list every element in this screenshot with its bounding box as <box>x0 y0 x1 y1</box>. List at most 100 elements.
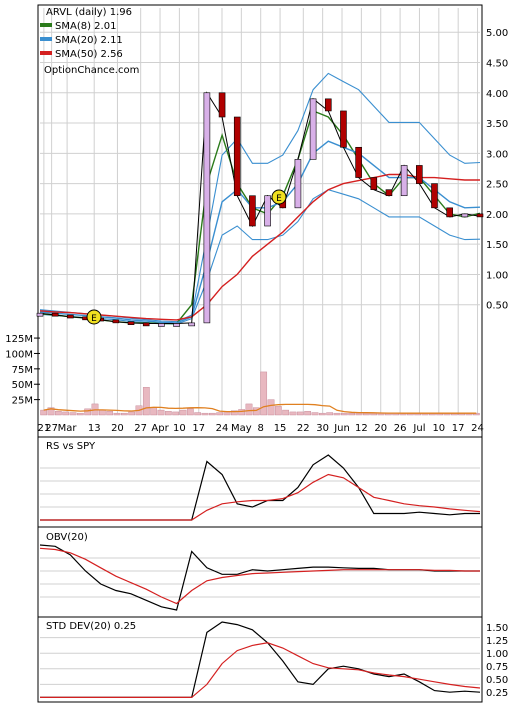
volume-bar <box>128 411 136 416</box>
price-candle <box>431 183 438 209</box>
volume-bar <box>238 409 246 416</box>
xtick-label: Mar <box>58 423 78 434</box>
xtick-label: 24 <box>216 423 229 434</box>
price-candle <box>355 146 362 178</box>
obv-panel-frame <box>37 526 483 618</box>
price-candle <box>203 92 211 324</box>
price-candle <box>173 323 180 327</box>
volume-ytick-label: 125M <box>5 334 33 345</box>
price-candle <box>416 165 423 184</box>
xtick-label: 12 <box>355 423 368 434</box>
volume-bar <box>172 411 180 416</box>
volume-bar <box>208 412 216 416</box>
price-ytick-label: 3.00 <box>486 149 508 160</box>
price-ytick-label: 4.50 <box>486 59 508 70</box>
volume-bar <box>333 412 341 416</box>
price-candle <box>446 207 453 218</box>
volume-bar <box>340 412 348 416</box>
xtick-label: 15 <box>274 423 287 434</box>
price-candle <box>264 195 271 227</box>
legend-sma8: SMA(8) 2.01 <box>55 21 116 32</box>
earnings-marker-letter: E <box>276 194 282 204</box>
volume-bar <box>289 411 297 416</box>
earnings-marker-feb: E <box>86 309 102 325</box>
volume-bar <box>106 411 114 416</box>
xtick-label: 10 <box>432 423 445 434</box>
price-candle <box>112 319 120 324</box>
price-candle <box>385 189 393 197</box>
price-candle <box>218 92 226 118</box>
volume-bar <box>311 412 319 416</box>
price-candle <box>340 110 347 148</box>
volume-ytick-label: 25M <box>12 396 33 407</box>
volume-bar <box>164 411 172 416</box>
xtick-label: 20 <box>111 423 124 434</box>
xtick-label: 17 <box>452 423 465 434</box>
xtick-label: Jul <box>412 423 425 434</box>
price-candle <box>309 98 317 160</box>
volume-bar <box>194 412 202 416</box>
xtick-label: 8 <box>258 423 264 434</box>
volume-bar <box>179 409 187 416</box>
price-candle <box>67 314 74 319</box>
xtick-label: 20 <box>374 423 387 434</box>
volume-bar <box>98 409 106 416</box>
xtick-label: May <box>231 423 252 434</box>
volume-bar <box>84 408 92 416</box>
volume-bar <box>318 412 326 416</box>
xtick-label: 30 <box>316 423 329 434</box>
xtick-label: 24 <box>471 423 484 434</box>
price-candle <box>36 312 44 317</box>
legend-sma20: SMA(20) 2.11 <box>55 35 123 46</box>
earnings-marker-letter: E <box>91 314 97 324</box>
earnings-marker-may: E <box>271 189 287 205</box>
std-ytick-label: 1.00 <box>486 649 508 660</box>
volume-bar <box>54 411 62 416</box>
price-candle <box>476 213 484 218</box>
volume-bar <box>76 412 84 416</box>
std-ytick-label: 0.75 <box>486 662 508 673</box>
volume-bar <box>216 412 224 416</box>
volume-bar <box>296 411 304 416</box>
price-candle <box>233 116 241 197</box>
volume-bar <box>267 399 275 416</box>
price-ytick-label: 2.00 <box>486 210 508 221</box>
volume-bar <box>274 406 282 416</box>
price-candle <box>142 322 150 327</box>
price-candle <box>188 322 196 327</box>
volume-bar <box>282 409 290 416</box>
volume-bar <box>355 412 363 416</box>
chart-canvas: 0.50 1.00 1.50 2.00 2.50 3.00 3.50 4.00 4.50 5.00… <box>5 4 508 703</box>
std-ytick-label: 1.50 <box>486 623 508 634</box>
std-ytick-label: 0.50 <box>486 675 508 686</box>
volume-bar <box>40 409 48 416</box>
price-ytick-label: 2.50 <box>486 180 508 191</box>
volume-bar <box>69 412 77 416</box>
volume-bar <box>245 403 253 416</box>
std-ytick-label: 1.25 <box>486 636 508 647</box>
price-ytick-label: 1.00 <box>486 270 508 281</box>
legend-swatch-sma50 <box>40 51 52 55</box>
legend-swatch-sma8 <box>40 23 52 27</box>
volume-bar <box>113 412 121 416</box>
volume-bar <box>150 407 158 416</box>
price-ytick-label: 5.00 <box>486 28 508 39</box>
volume-bar <box>223 411 231 416</box>
volume-bar <box>348 412 356 416</box>
std-title: STD DEV(20) 0.25 <box>46 621 136 632</box>
price-candle <box>127 321 135 325</box>
rs-title: RS vs SPY <box>46 441 96 452</box>
volume-bar <box>62 411 70 416</box>
price-candle <box>249 195 256 227</box>
volume-bar <box>326 412 334 416</box>
price-ytick-label: 1.50 <box>486 240 508 251</box>
price-candle <box>51 312 59 317</box>
price-candle <box>370 177 378 190</box>
legend-sma50: SMA(50) 2.56 <box>55 49 123 60</box>
xtick-label: 10 <box>173 423 186 434</box>
xtick-label: 17 <box>192 423 205 434</box>
volume-bar <box>186 408 194 416</box>
volume-ytick-label: 50M <box>12 380 33 391</box>
price-candle <box>294 159 302 209</box>
xtick-label: 26 <box>394 423 407 434</box>
